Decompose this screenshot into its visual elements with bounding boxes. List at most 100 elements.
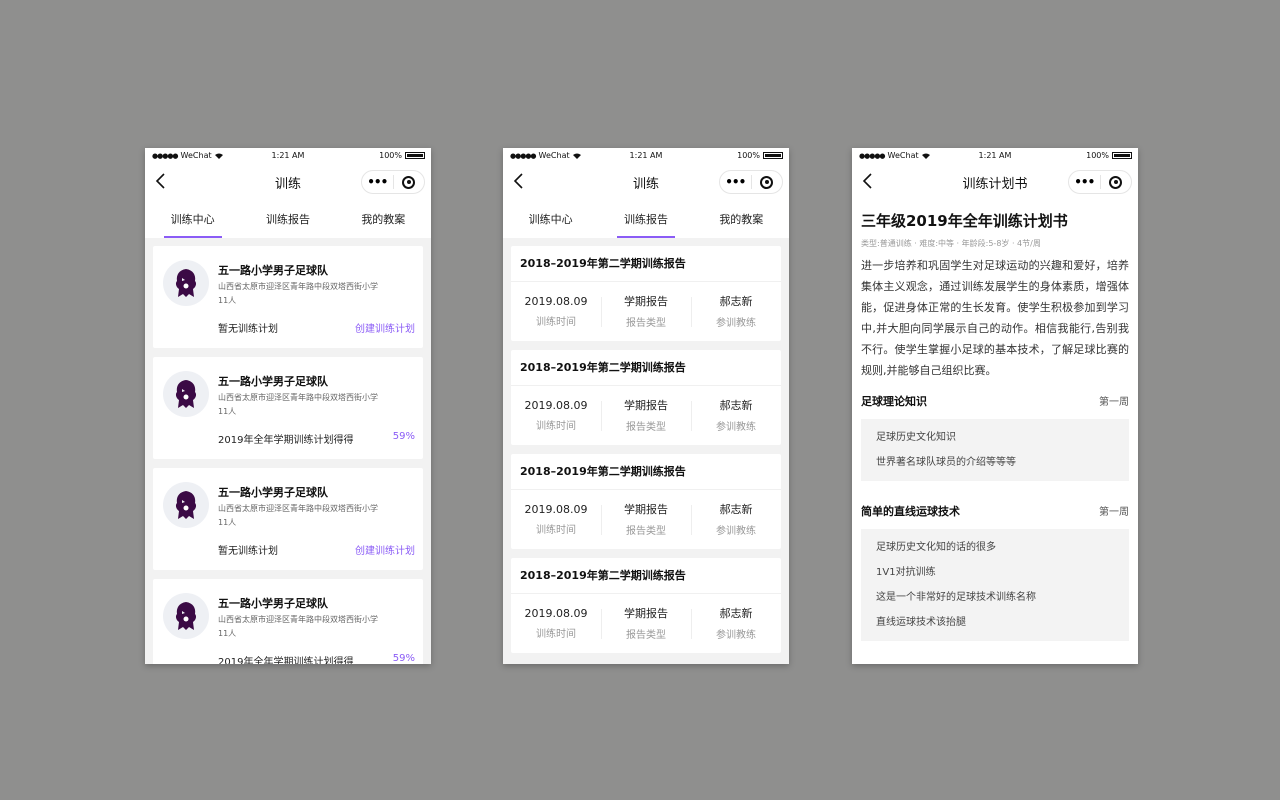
tab-training-center[interactable]: 训练中心 — [145, 198, 240, 238]
tab-training-report[interactable]: 训练报告 — [598, 198, 693, 238]
more-icon[interactable]: ••• — [362, 176, 393, 188]
report-type: 学期报告 — [624, 607, 668, 620]
report-title: 2018–2019年第二学期训练报告 — [511, 558, 781, 594]
report-type: 学期报告 — [624, 399, 668, 412]
report-coach-label: 参训教练 — [716, 630, 756, 641]
team-address: 山西省太原市迎泽区青年路中段双塔西街小学 — [218, 393, 378, 402]
report-date-label: 训练时间 — [536, 628, 576, 640]
status-bar: ●●●●● WeChat 1:21 AM 100% — [503, 148, 789, 164]
section-title: 足球理论知识 — [861, 395, 927, 408]
report-coach-label: 参训教练 — [716, 422, 756, 433]
nav-bar: 训练 ••• — [145, 164, 431, 198]
report-date-label: 训练时间 — [536, 524, 576, 536]
battery-icon — [1112, 152, 1132, 159]
team-name: 五一路小学男子足球队 — [218, 375, 328, 388]
team-address: 山西省太原市迎泽区青年路中段双塔西街小学 — [218, 615, 378, 624]
team-name: 五一路小学男子足球队 — [218, 264, 328, 277]
report-type-label: 报告类型 — [626, 422, 666, 433]
battery-label: 100% — [1086, 151, 1109, 160]
battery-label: 100% — [737, 151, 760, 160]
battery-icon — [405, 152, 425, 159]
target-icon — [1109, 175, 1123, 189]
team-logo — [163, 260, 209, 306]
team-name: 五一路小学男子足球队 — [218, 597, 328, 610]
tab-bar: 训练中心 训练报告 我的教案 — [145, 198, 431, 238]
team-logo — [163, 371, 209, 417]
section-header: 简单的直线运球技术 第一周 — [861, 503, 1129, 519]
team-list: 五一路小学男子足球队 山西省太原市迎泽区青年路中段双塔西街小学 11人 暂无训练… — [145, 238, 431, 664]
mini-program-capsule: ••• — [361, 170, 425, 194]
report-card[interactable]: 2018–2019年第二学期训练报告 2019.08.09 训练时间 学期报告报告… — [511, 350, 781, 445]
report-coach-label: 参训教练 — [716, 526, 756, 537]
plan-progress: 59% — [392, 653, 415, 664]
status-bar: ●●●●● WeChat 1:21 AM 100% — [145, 148, 431, 164]
close-capsule-button[interactable] — [752, 175, 783, 189]
section-item[interactable]: 直线运球技术该抬腿 — [876, 610, 1114, 635]
report-date: 2019.08.09 — [524, 502, 588, 516]
lion-icon — [175, 602, 197, 630]
section-item[interactable]: 足球历史文化知识 — [876, 425, 1114, 450]
team-logo — [163, 482, 209, 528]
section-week: 第一周 — [1099, 507, 1129, 518]
team-name: 五一路小学男子足球队 — [218, 486, 328, 499]
report-type-label: 报告类型 — [626, 630, 666, 641]
report-title: 2018–2019年第二学期训练报告 — [511, 454, 781, 490]
report-coach: 郝志新 — [719, 399, 753, 412]
more-icon[interactable]: ••• — [720, 176, 751, 188]
status-bar: ●●●●● WeChat 1:21 AM 100% — [852, 148, 1138, 164]
tab-training-center[interactable]: 训练中心 — [503, 198, 598, 238]
report-card[interactable]: 2018–2019年第二学期训练报告 2019.08.09 训练时间 学期报告 报告… — [511, 454, 781, 549]
section-item[interactable]: 这是一个非常好的足球技术训练名称 — [876, 585, 1114, 610]
team-card[interactable]: 五一路小学男子足球队 山西省太原市迎泽区青年路中段双塔西街小学 11人 2019… — [153, 357, 423, 459]
team-member-count: 11人 — [218, 407, 237, 416]
report-date-label: 训练时间 — [536, 420, 576, 432]
report-type: 学期报告 — [624, 295, 668, 308]
battery-label: 100% — [379, 151, 402, 160]
section-item[interactable]: 世界著名球队球员的介绍等等等 — [876, 450, 1114, 475]
tab-training-report[interactable]: 训练报告 — [240, 198, 335, 238]
report-coach: 郝志新 — [719, 295, 753, 308]
lion-icon — [175, 380, 197, 408]
target-icon — [760, 175, 774, 189]
team-card[interactable]: 五一路小学男子足球队 山西省太原市迎泽区青年路中段双塔西街小学 11人 2019… — [153, 579, 423, 664]
nav-bar: 训练计划书 ••• — [852, 164, 1138, 198]
plan-title: 三年级2019年全年训练计划书 — [861, 212, 1068, 230]
close-capsule-button[interactable] — [394, 175, 425, 189]
create-plan-link[interactable]: 创建训练计划 — [355, 320, 415, 335]
section-week: 第一周 — [1099, 397, 1129, 408]
report-card[interactable]: 2018–2019年第二学期训练报告 2019.08.09 训练时间 学期报告 报告… — [511, 246, 781, 341]
tab-my-lesson-plans[interactable]: 我的教案 — [336, 198, 431, 238]
create-plan-link[interactable]: 创建训练计划 — [355, 542, 415, 557]
battery-icon — [763, 152, 783, 159]
team-card[interactable]: 五一路小学男子足球队 山西省太原市迎泽区青年路中段双塔西街小学 11人 暂无训练… — [153, 468, 423, 570]
tab-my-lesson-plans[interactable]: 我的教案 — [694, 198, 789, 238]
phone-training-report: ●●●●● WeChat 1:21 AM 100% 训练 ••• 训练中心 训练报… — [503, 148, 789, 664]
plan-progress: 59% — [392, 431, 415, 442]
section-items: 足球历史文化知的话的很多 1V1对抗训练 这是一个非常好的足球技术训练名称 直线… — [861, 529, 1129, 641]
report-coach-label: 参训教练 — [716, 318, 756, 329]
team-plan-status: 2019年全年学期训练计划得得 — [218, 435, 354, 446]
report-date: 2019.08.09 — [524, 294, 588, 308]
mini-program-capsule: ••• — [719, 170, 783, 194]
report-card[interactable]: 2018–2019年第二学期训练报告 2019.08.09 训练时间 学期报告 报告… — [511, 558, 781, 653]
target-icon — [402, 175, 416, 189]
section-title: 简单的直线运球技术 — [861, 505, 960, 518]
report-type: 学期报告 — [624, 503, 668, 516]
team-address: 山西省太原市迎泽区青年路中段双塔西街小学 — [218, 282, 378, 291]
tab-bar: 训练中心 训练报告 我的教案 — [503, 198, 789, 238]
report-title: 2018–2019年第二学期训练报告 — [511, 350, 781, 386]
more-icon[interactable]: ••• — [1069, 176, 1100, 188]
team-card[interactable]: 五一路小学男子足球队 山西省太原市迎泽区青年路中段双塔西街小学 11人 暂无训练… — [153, 246, 423, 348]
nav-bar: 训练 ••• — [503, 164, 789, 198]
report-type-label: 报告类型 — [626, 318, 666, 329]
section-item[interactable]: 1V1对抗训练 — [876, 560, 1114, 585]
report-date-label: 训练时间 — [536, 316, 576, 328]
report-date: 2019.08.09 — [524, 398, 588, 412]
team-plan-status: 2019年全年学期训练计划得得 — [218, 657, 354, 664]
team-address: 山西省太原市迎泽区青年路中段双塔西街小学 — [218, 504, 378, 513]
team-member-count: 11人 — [218, 518, 237, 527]
section-item[interactable]: 足球历史文化知的话的很多 — [876, 535, 1114, 560]
close-capsule-button[interactable] — [1101, 175, 1132, 189]
team-plan-status: 暂无训练计划 — [218, 546, 278, 557]
team-plan-status: 暂无训练计划 — [218, 324, 278, 335]
